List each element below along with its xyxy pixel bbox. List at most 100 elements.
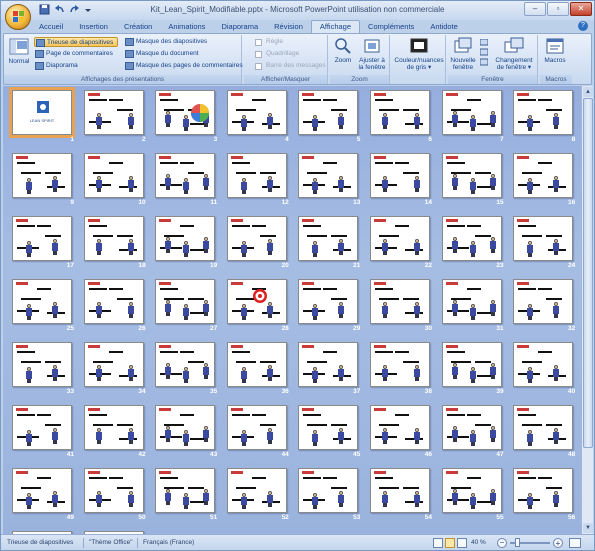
handout-master-button[interactable]: Masque du document	[124, 49, 199, 59]
slide-thumbnail[interactable]	[298, 405, 359, 450]
scroll-thumb[interactable]	[583, 98, 593, 448]
slide-thumbnail[interactable]	[155, 153, 216, 198]
slide-thumbnail[interactable]	[155, 468, 216, 513]
slide-thumbnail[interactable]	[370, 342, 430, 387]
tab-diaporama[interactable]: Diaporama	[213, 20, 266, 33]
office-button[interactable]	[5, 4, 31, 30]
gridlines-checkbox[interactable]: Quadrillage	[254, 49, 299, 59]
arrange-icons[interactable]	[479, 38, 489, 67]
slide-thumbnail[interactable]	[298, 216, 359, 261]
status-theme[interactable]: "Thème Office"	[89, 535, 133, 550]
slide-thumbnail[interactable]	[298, 279, 359, 324]
slide-thumbnail[interactable]	[226, 342, 287, 387]
zoom-in-icon[interactable]: +	[553, 538, 563, 548]
slide-thumbnail[interactable]	[370, 216, 430, 261]
slide-thumbnail[interactable]	[441, 405, 502, 450]
scroll-up-icon[interactable]: ▲	[583, 87, 593, 97]
switch-window-button[interactable]: Changement de fenêtre ▾	[492, 37, 536, 71]
close-button[interactable]: ✕	[570, 2, 592, 16]
slide-thumbnail[interactable]	[513, 279, 574, 324]
maximize-button[interactable]: ▫	[547, 2, 569, 16]
status-language[interactable]: Français (France)	[143, 535, 194, 550]
message-bar-checkbox[interactable]: Barre des messages	[254, 61, 326, 71]
fit-slide-icon[interactable]	[569, 538, 581, 548]
slide-thumbnail[interactable]	[370, 468, 430, 513]
notes-page-button[interactable]: Page de commentaires	[34, 49, 113, 59]
tab-animations[interactable]: Animations	[160, 20, 213, 33]
slide-thumbnail[interactable]	[441, 279, 502, 324]
tab-revision[interactable]: Révision	[266, 20, 311, 33]
slide-sorter-area[interactable]: LEAN SPIRIT 1 2 3 4 5 6 7 8 9 10 11 12 13 14 15 16 17 18 19…	[3, 86, 581, 534]
slide-sorter-button[interactable]: Trieuse de diapositives	[34, 37, 118, 47]
tab-complements[interactable]: Compléments	[360, 20, 422, 33]
color-grayscale-button[interactable]: Couleur/nuances de gris ▾	[392, 37, 446, 71]
slide-thumbnail[interactable]	[83, 342, 144, 387]
macros-button[interactable]: Macros	[540, 37, 570, 64]
tab-accueil[interactable]: Accueil	[31, 20, 71, 33]
slide-thumbnail[interactable]	[83, 279, 144, 324]
zoom-slider-knob[interactable]	[515, 538, 520, 547]
slide-thumbnail[interactable]	[513, 468, 574, 513]
help-icon[interactable]: ?	[578, 21, 588, 31]
slide-thumbnail[interactable]	[226, 279, 287, 324]
slide-thumbnail[interactable]	[83, 90, 144, 135]
slide-thumbnail[interactable]	[83, 468, 144, 513]
slide-thumbnail[interactable]	[226, 405, 287, 450]
slide-thumbnail[interactable]	[441, 468, 502, 513]
slide-thumbnail[interactable]	[155, 342, 216, 387]
slide-thumbnail[interactable]	[12, 342, 72, 387]
slide-thumbnail[interactable]	[12, 216, 72, 261]
slide-thumbnail[interactable]	[441, 153, 502, 198]
tab-insertion[interactable]: Insertion	[71, 20, 116, 33]
fit-to-window-button[interactable]: Ajuster à la fenêtre	[356, 37, 388, 71]
slide-thumbnail[interactable]	[226, 468, 287, 513]
zoom-button[interactable]: Zoom	[332, 37, 354, 64]
slide-thumbnail[interactable]	[226, 90, 287, 135]
minimize-button[interactable]: –	[524, 2, 546, 16]
slide-thumbnail[interactable]	[441, 342, 502, 387]
slideshow-status-icon[interactable]	[457, 538, 467, 548]
slide-thumbnail[interactable]	[155, 405, 216, 450]
slide-thumbnail[interactable]	[513, 342, 574, 387]
slide-thumbnail[interactable]	[298, 90, 359, 135]
slide-thumbnail[interactable]	[12, 468, 72, 513]
slide-thumbnail[interactable]	[226, 216, 287, 261]
slide-thumbnail[interactable]	[513, 90, 574, 135]
slide-thumbnail[interactable]	[513, 153, 574, 198]
slide-thumbnail[interactable]	[370, 153, 430, 198]
normal-view-status-icon[interactable]	[433, 538, 443, 548]
slide-thumbnail[interactable]	[155, 216, 216, 261]
slide-thumbnail[interactable]	[12, 279, 72, 324]
slide-thumbnail[interactable]	[370, 90, 430, 135]
slide-thumbnail[interactable]	[83, 405, 144, 450]
slide-master-button[interactable]: Masque des diapositives	[124, 37, 207, 47]
slide-thumbnail[interactable]	[83, 153, 144, 198]
zoom-level[interactable]: 40 %	[471, 535, 486, 550]
vertical-scrollbar[interactable]: ▲ ▼	[581, 86, 593, 534]
slide-thumbnail[interactable]	[298, 342, 359, 387]
slide-thumbnail[interactable]	[226, 153, 287, 198]
slide-thumbnail[interactable]	[370, 405, 430, 450]
scroll-down-icon[interactable]: ▼	[583, 523, 593, 533]
slide-thumbnail[interactable]	[155, 90, 216, 135]
tab-creation[interactable]: Création	[116, 20, 160, 33]
slide-thumbnail[interactable]: LEAN SPIRIT	[9, 87, 75, 138]
slide-thumbnail[interactable]	[298, 153, 359, 198]
tab-affichage[interactable]: Affichage	[310, 20, 361, 33]
sorter-view-status-icon[interactable]	[445, 538, 455, 548]
slide-thumbnail[interactable]	[370, 279, 430, 324]
slide-thumbnail[interactable]	[155, 279, 216, 324]
slide-thumbnail[interactable]	[513, 405, 574, 450]
slide-thumbnail[interactable]	[12, 405, 72, 450]
slideshow-button[interactable]: Diaporama	[34, 61, 78, 71]
zoom-out-icon[interactable]: −	[497, 538, 507, 548]
slide-thumbnail[interactable]	[441, 216, 502, 261]
new-window-button[interactable]: Nouvelle fenêtre	[448, 37, 478, 71]
slide-thumbnail[interactable]	[441, 90, 502, 135]
ruler-checkbox[interactable]: Règle	[254, 37, 283, 47]
slide-thumbnail[interactable]	[12, 153, 72, 198]
slide-thumbnail[interactable]	[83, 216, 144, 261]
slide-thumbnail[interactable]	[513, 216, 574, 261]
tab-antidote[interactable]: Antidote	[422, 20, 466, 33]
notes-master-button[interactable]: Masque des pages de commentaires	[124, 61, 243, 71]
